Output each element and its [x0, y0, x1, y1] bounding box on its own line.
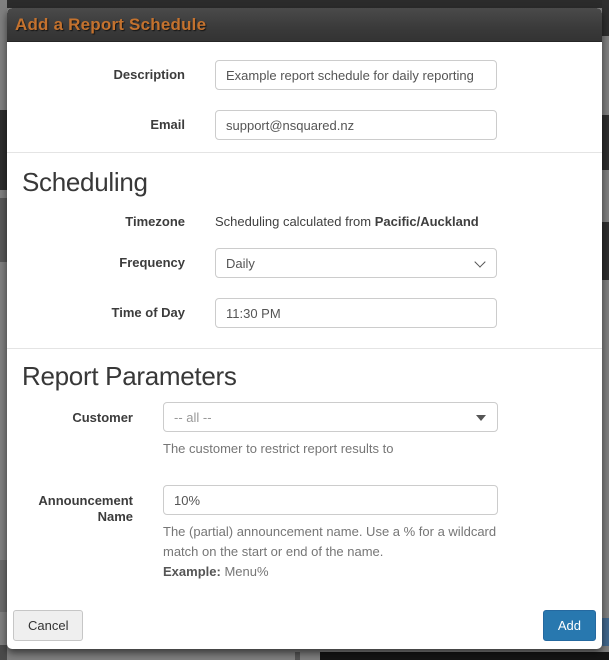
- section-divider: [7, 348, 602, 349]
- background-artifact: [0, 645, 7, 660]
- email-control: [215, 110, 497, 140]
- timezone-text-prefix: Scheduling calculated from: [215, 214, 375, 229]
- time-of-day-control: [215, 298, 497, 328]
- dialog-footer: Cancel Add: [7, 610, 602, 649]
- background-artifact: [295, 652, 300, 660]
- time-of-day-input[interactable]: [215, 298, 497, 328]
- announcement-name-input[interactable]: [163, 485, 498, 515]
- cancel-button[interactable]: Cancel: [13, 610, 83, 641]
- report-parameters-heading: Report Parameters: [22, 361, 602, 392]
- background-artifact: [0, 198, 7, 262]
- frequency-row: Frequency Daily: [7, 248, 602, 278]
- background-artifact: [0, 110, 7, 190]
- background-artifact: [320, 652, 609, 660]
- timezone-text: Scheduling calculated from Pacific/Auckl…: [215, 214, 497, 230]
- email-label: Email: [7, 117, 185, 133]
- customer-control: -- all -- The customer to restrict repor…: [163, 402, 498, 459]
- customer-help-text: The customer to restrict report results …: [163, 439, 498, 459]
- announcement-example-label: Example:: [163, 564, 221, 579]
- announcement-help-text: The (partial) announcement name. Use a %…: [163, 522, 498, 582]
- timezone-value: Pacific/Auckland: [375, 214, 479, 229]
- customer-label: Customer: [7, 402, 133, 426]
- background-page-topbar: [7, 0, 609, 8]
- time-of-day-row: Time of Day: [7, 298, 602, 328]
- customer-select[interactable]: -- all --: [163, 402, 498, 432]
- email-field[interactable]: [215, 110, 497, 140]
- background-artifact: [602, 0, 609, 36]
- announcement-name-row: Announcement Name The (partial) announce…: [7, 485, 602, 582]
- description-label: Description: [7, 67, 185, 83]
- time-of-day-label: Time of Day: [7, 305, 185, 321]
- dialog-title: Add a Report Schedule: [15, 15, 206, 35]
- timezone-row: Timezone Scheduling calculated from Paci…: [7, 214, 602, 230]
- description-control: [215, 60, 497, 90]
- section-divider: [7, 152, 602, 153]
- dialog-body: Description Email Scheduling Timezone Sc…: [7, 42, 602, 610]
- scheduling-heading: Scheduling: [22, 167, 602, 198]
- frequency-control: Daily: [215, 248, 497, 278]
- add-report-schedule-dialog: Add a Report Schedule Description Email …: [7, 8, 602, 649]
- dialog-header: Add a Report Schedule: [7, 8, 602, 42]
- description-input[interactable]: [215, 60, 497, 90]
- description-row: Description: [7, 60, 602, 90]
- background-artifact: [602, 115, 609, 170]
- announcement-name-control: The (partial) announcement name. Use a %…: [163, 485, 498, 582]
- announcement-help-line: The (partial) announcement name. Use a %…: [163, 524, 496, 559]
- background-artifact: [0, 560, 7, 612]
- timezone-label: Timezone: [7, 214, 185, 230]
- background-artifact: [602, 222, 609, 280]
- announcement-name-label: Announcement Name: [7, 485, 133, 525]
- frequency-select[interactable]: Daily: [215, 248, 497, 278]
- email-row: Email: [7, 110, 602, 140]
- customer-row: Customer -- all -- The customer to restr…: [7, 402, 602, 459]
- background-artifact: [602, 618, 609, 646]
- add-button[interactable]: Add: [543, 610, 596, 641]
- announcement-example-value: Menu%: [224, 564, 268, 579]
- frequency-label: Frequency: [7, 255, 185, 271]
